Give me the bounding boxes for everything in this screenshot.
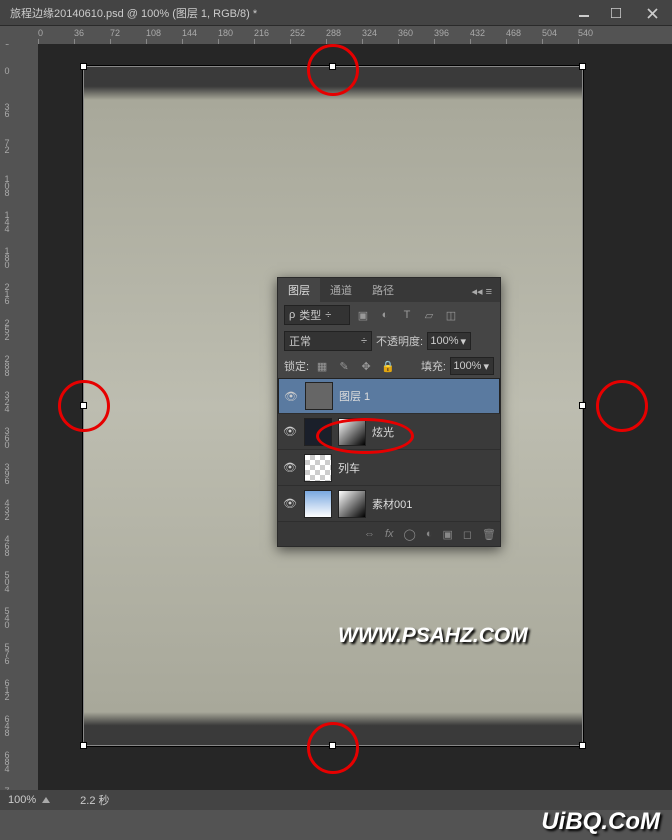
close-button[interactable] xyxy=(632,0,672,26)
mask-thumbnail[interactable] xyxy=(338,418,366,446)
site-watermark: UiBQ.CoM xyxy=(541,808,660,836)
ruler-horizontal: 0367210814418021625228832436039643246850… xyxy=(38,26,672,44)
watermark-text: WWW.PSAHZ.COM xyxy=(338,624,528,648)
fill-value[interactable]: 100%▾ xyxy=(450,357,494,375)
tab-paths[interactable]: 路径 xyxy=(362,278,404,302)
layers-panel[interactable]: 图层 通道 路径 ◂◂ ≡ ρ类型÷ ▣ ◐ T ▱ ◫ 正常÷ 不透明度: 1… xyxy=(277,277,501,547)
title-bar: 旅程边缘20140610.psd @ 100% (图层 1, RGB/8) * xyxy=(0,0,672,26)
link-layers-icon[interactable]: ⇔ xyxy=(364,528,375,540)
layer-thumbnail[interactable] xyxy=(304,418,332,446)
filter-shape-icon[interactable]: ▱ xyxy=(420,306,438,324)
ruler-vertical: 3603672108144180216252288324360396432468… xyxy=(0,44,20,804)
layer-name[interactable]: 素材001 xyxy=(372,496,496,512)
visibility-icon[interactable]: 👁 xyxy=(283,390,299,403)
filter-smart-icon[interactable]: ◫ xyxy=(442,306,460,324)
mask-thumbnail[interactable] xyxy=(338,490,366,518)
zoom-display[interactable]: 100% xyxy=(8,794,50,806)
filter-adjust-icon[interactable]: ◐ xyxy=(376,306,394,324)
filter-row: ρ类型÷ ▣ ◐ T ▱ ◫ xyxy=(278,302,500,328)
minimize-button[interactable] xyxy=(568,0,600,26)
lock-all-icon[interactable]: 🔒 xyxy=(379,357,397,375)
layer-thumbnail[interactable] xyxy=(305,382,333,410)
layer-name[interactable]: 列车 xyxy=(338,460,496,476)
lock-pixels-icon[interactable]: ▦ xyxy=(313,357,331,375)
window-controls xyxy=(568,0,672,25)
layer-list: 👁 图层 1👁 炫光👁 列车👁 素材001 xyxy=(278,378,500,522)
canvas-area[interactable]: WWW.PSAHZ.COM 图层 通道 路径 ◂◂ ≡ ρ类型÷ ▣ ◐ T ▱… xyxy=(38,44,672,804)
opacity-label: 不透明度: xyxy=(376,333,423,349)
layer-row[interactable]: 👁 列车 xyxy=(278,450,500,486)
lock-brush-icon[interactable]: ✎ xyxy=(335,357,353,375)
mask-icon[interactable]: ◯ xyxy=(404,528,416,541)
layer-row[interactable]: 👁 炫光 xyxy=(278,414,500,450)
group-icon[interactable]: ▣ xyxy=(442,528,452,541)
lock-row: 锁定: ▦ ✎ ✥ 🔒 填充: 100%▾ xyxy=(278,354,500,378)
layer-thumbnail[interactable] xyxy=(304,454,332,482)
maximize-button[interactable] xyxy=(600,0,632,26)
opacity-value[interactable]: 100%▾ xyxy=(427,332,471,350)
timing-display: 2.2 秒 xyxy=(80,792,109,808)
blend-row: 正常÷ 不透明度: 100%▾ xyxy=(278,328,500,354)
visibility-icon[interactable]: 👁 xyxy=(282,425,298,438)
layer-name[interactable]: 炫光 xyxy=(372,424,496,440)
panel-footer: ⇔ fx ◯ ◐ ▣ ◻ 🗑 xyxy=(278,522,500,546)
fill-label: 填充: xyxy=(421,358,446,374)
visibility-icon[interactable]: 👁 xyxy=(282,461,298,474)
visibility-icon[interactable]: 👁 xyxy=(282,497,298,510)
layer-thumbnail[interactable] xyxy=(304,490,332,518)
tab-layers[interactable]: 图层 xyxy=(278,278,320,302)
workspace: 3603672108144180216252288324360396432468… xyxy=(0,44,672,804)
status-bar: 100% 2.2 秒 xyxy=(0,790,672,810)
layer-row[interactable]: 👁 图层 1 xyxy=(278,378,500,414)
layer-row[interactable]: 👁 素材001 xyxy=(278,486,500,522)
filter-type-select[interactable]: ρ类型÷ xyxy=(284,305,350,325)
lock-label: 锁定: xyxy=(284,358,309,374)
layer-name[interactable]: 图层 1 xyxy=(339,388,495,404)
new-layer-icon[interactable]: ◻ xyxy=(463,528,472,541)
trash-icon[interactable]: 🗑 xyxy=(482,528,496,541)
adjustment-icon[interactable]: ◐ xyxy=(426,528,433,540)
fx-icon[interactable]: fx xyxy=(385,528,394,540)
blend-mode-select[interactable]: 正常÷ xyxy=(284,331,372,351)
document-title: 旅程边缘20140610.psd @ 100% (图层 1, RGB/8) * xyxy=(10,5,257,21)
panel-tabs: 图层 通道 路径 ◂◂ ≡ xyxy=(278,278,500,302)
filter-text-icon[interactable]: T xyxy=(398,306,416,324)
lock-move-icon[interactable]: ✥ xyxy=(357,357,375,375)
annotation-circle-right xyxy=(596,380,648,432)
tab-channels[interactable]: 通道 xyxy=(320,278,362,302)
filter-image-icon[interactable]: ▣ xyxy=(354,306,372,324)
panel-menu-icon[interactable]: ◂◂ ≡ xyxy=(463,281,500,302)
